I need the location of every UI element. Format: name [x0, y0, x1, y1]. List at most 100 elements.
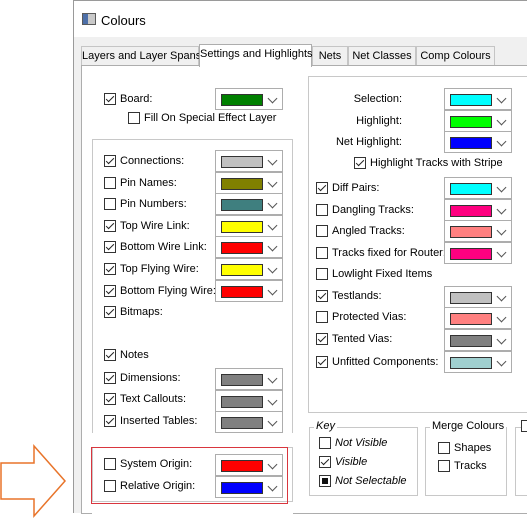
- fill-special-effect-checkbox[interactable]: [128, 112, 140, 124]
- chevron-down-icon: [496, 247, 507, 258]
- lowlight-fixed-items-checkbox[interactable]: [316, 268, 328, 280]
- colour-swatch: [450, 357, 492, 369]
- net-highlight-colour-dropdown[interactable]: [444, 131, 512, 153]
- dangling-tracks-colour-dropdown[interactable]: [444, 199, 512, 221]
- connections-checkbox[interactable]: [104, 155, 116, 167]
- annotation-arrow-icon: [0, 444, 67, 518]
- bottom-flying-wire-checkbox[interactable]: [104, 285, 116, 297]
- testlands-label: Testlands:: [332, 290, 382, 302]
- unfitted-components-checkbox[interactable]: [316, 356, 328, 368]
- tab-layers-and-layer-spans[interactable]: Layers and Layer Spans: [81, 46, 201, 66]
- merge-shapes-checkbox[interactable]: [438, 442, 450, 454]
- board-checkbox[interactable]: [104, 93, 116, 105]
- colour-swatch: [221, 417, 263, 429]
- annotation-highlight-box: [91, 447, 288, 504]
- selection-label: Selection:: [353, 93, 402, 105]
- unfitted-components-colour-dropdown[interactable]: [444, 351, 512, 373]
- chevron-down-icon: [496, 291, 507, 302]
- colour-swatch: [221, 242, 263, 254]
- protected-vias-colour-dropdown[interactable]: [444, 307, 512, 329]
- bottom-wire-link-colour-dropdown[interactable]: [215, 236, 283, 258]
- dangling-tracks-checkbox[interactable]: [316, 204, 328, 216]
- pin-numbers-checkbox[interactable]: [104, 198, 116, 210]
- top-flying-wire-colour-dropdown[interactable]: [215, 258, 283, 280]
- diff-pairs-colour-dropdown[interactable]: [444, 177, 512, 199]
- tab-comp-colours[interactable]: Comp Colours: [416, 46, 495, 66]
- testlands-checkbox[interactable]: [316, 290, 328, 302]
- board-label: Board:: [120, 93, 153, 105]
- pin-names-colour-dropdown[interactable]: [215, 172, 283, 194]
- pin-names-label: Pin Names:: [120, 177, 177, 189]
- chevron-down-icon: [267, 373, 278, 384]
- colours-dialog: Colours Layers and Layer Spans Settings …: [73, 0, 527, 515]
- spacer-2: [92, 433, 293, 436]
- highlight-colour-dropdown[interactable]: [444, 110, 512, 132]
- chevron-down-icon: [496, 204, 507, 215]
- board-colour-dropdown[interactable]: [215, 88, 283, 110]
- text-callouts-checkbox[interactable]: [104, 393, 116, 405]
- dimensions-colour-dropdown[interactable]: [215, 368, 283, 390]
- connections-colour-dropdown[interactable]: [215, 150, 283, 172]
- chevron-down-icon: [496, 312, 507, 323]
- dimensions-label: Dimensions:: [120, 372, 181, 384]
- top-flying-wire-label: Top Flying Wire:: [120, 263, 199, 275]
- protected-vias-checkbox[interactable]: [316, 311, 328, 323]
- inserted-tables-colour-dropdown[interactable]: [215, 411, 283, 433]
- key-not-visible-swatch: [319, 437, 331, 449]
- chevron-down-icon: [496, 356, 507, 367]
- highlight-stripe-checkbox[interactable]: [354, 157, 366, 169]
- top-wire-link-checkbox[interactable]: [104, 220, 116, 232]
- text-callouts-label: Text Callouts:: [120, 393, 187, 405]
- top-wire-link-label: Top Wire Link:: [120, 220, 190, 232]
- bottom-wire-link-checkbox[interactable]: [104, 241, 116, 253]
- top-flying-wire-checkbox[interactable]: [104, 263, 116, 275]
- fill-special-effect-label: Fill On Special Effect Layer: [144, 112, 277, 124]
- merge-colours-title: Merge Colours: [430, 420, 507, 432]
- inserted-tables-checkbox[interactable]: [104, 415, 116, 427]
- text-callouts-colour-dropdown[interactable]: [215, 390, 283, 412]
- diff-pairs-checkbox[interactable]: [316, 182, 328, 194]
- top-wire-link-colour-dropdown[interactable]: [215, 215, 283, 237]
- dimensions-checkbox[interactable]: [104, 372, 116, 384]
- chevron-down-icon: [267, 285, 278, 296]
- angled-tracks-checkbox[interactable]: [316, 225, 328, 237]
- tracks-fixed-router-checkbox[interactable]: [316, 247, 328, 259]
- pin-names-checkbox[interactable]: [104, 177, 116, 189]
- chevron-down-icon: [496, 136, 507, 147]
- bitmaps-checkbox[interactable]: [104, 306, 116, 318]
- tab-settings-and-highlights[interactable]: Settings and Highlights: [199, 44, 313, 67]
- tracks-fixed-router-colour-dropdown[interactable]: [444, 242, 512, 264]
- chevron-down-icon: [267, 220, 278, 231]
- bitmaps-label: Bitmaps:: [120, 306, 163, 318]
- protected-vias-label: Protected Vias:: [332, 311, 407, 323]
- chevron-down-icon: [267, 263, 278, 274]
- bottom-flying-wire-label: Bottom Flying Wire:: [120, 285, 216, 297]
- notes-checkbox[interactable]: [104, 349, 116, 361]
- chevron-down-icon: [496, 182, 507, 193]
- tab-net-classes[interactable]: Net Classes: [348, 46, 416, 66]
- window-title: Colours: [101, 13, 146, 28]
- chevron-down-icon: [496, 115, 507, 126]
- clipped-checkbox[interactable]: [521, 420, 527, 432]
- key-title: Key: [314, 420, 337, 432]
- tented-vias-colour-dropdown[interactable]: [444, 329, 512, 351]
- colour-swatch: [221, 94, 263, 106]
- pin-numbers-colour-dropdown[interactable]: [215, 193, 283, 215]
- angled-tracks-label: Angled Tracks:: [332, 225, 405, 237]
- colour-swatch: [450, 205, 492, 217]
- tented-vias-checkbox[interactable]: [316, 333, 328, 345]
- angled-tracks-colour-dropdown[interactable]: [444, 220, 512, 242]
- merge-shapes-label: Shapes: [454, 442, 492, 454]
- selection-colour-dropdown[interactable]: [444, 88, 512, 110]
- key-visible-label: Visible: [335, 456, 368, 468]
- unfitted-components-label: Unfitted Components:: [332, 356, 439, 368]
- colour-swatch: [221, 264, 263, 276]
- key-visible-swatch: [319, 456, 331, 468]
- bottom-flying-wire-colour-dropdown[interactable]: [215, 280, 283, 302]
- key-not-visible-label: Not Visible: [335, 437, 388, 449]
- testlands-colour-dropdown[interactable]: [444, 286, 512, 308]
- tab-nets[interactable]: Nets: [312, 46, 348, 66]
- colour-swatch: [450, 292, 492, 304]
- chevron-down-icon: [267, 198, 278, 209]
- merge-tracks-checkbox[interactable]: [438, 460, 450, 472]
